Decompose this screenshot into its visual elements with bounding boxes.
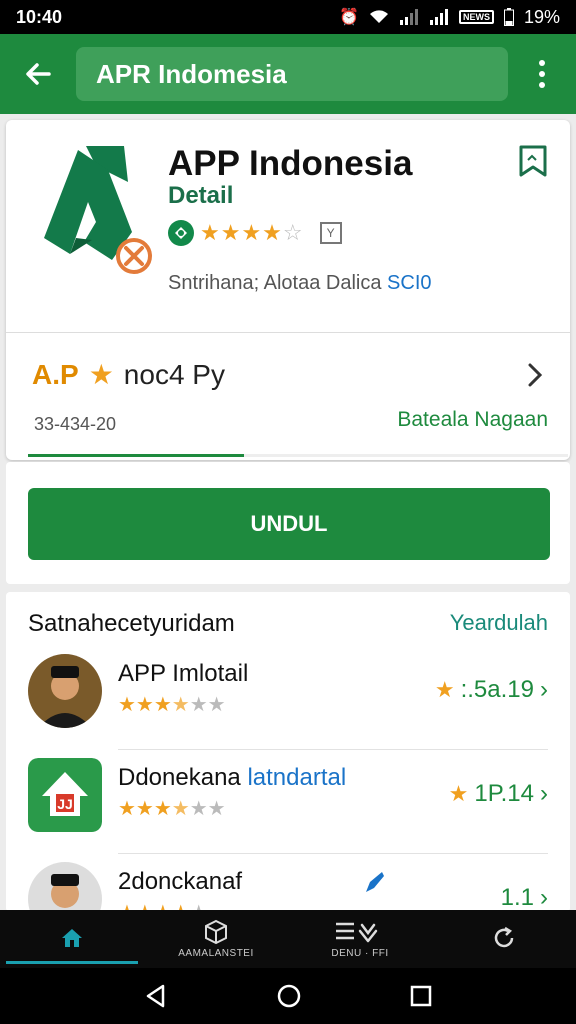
info-date: 33-434-20	[34, 414, 117, 434]
status-icons: ⏰ NEWS 19%	[339, 7, 560, 28]
app-logo	[44, 146, 152, 274]
avatar	[28, 654, 102, 728]
progress-bar	[28, 454, 568, 457]
see-more-link[interactable]: Yeardulah	[450, 610, 548, 636]
back-button[interactable]	[0, 34, 76, 114]
box-icon	[205, 919, 227, 945]
list-item[interactable]: JJ Ddonekana latndartal ★★★★★★ ★ 1P.14 ›	[6, 750, 570, 854]
item-name: Ddonekana latndartal	[118, 764, 347, 791]
list-item[interactable]: 2donckanaf ★★★★★ 1.1›	[6, 854, 570, 912]
chevron-right-icon[interactable]	[526, 362, 544, 393]
app-subtitle: Detail	[168, 182, 234, 209]
info-link[interactable]: Bateala Nagaan	[397, 408, 548, 432]
info-title-text: noc4 Py	[123, 358, 225, 390]
star-icon: ★	[434, 677, 455, 702]
refresh-icon	[494, 926, 514, 947]
star-icon: ★	[88, 359, 114, 390]
info-icon[interactable]: Y	[319, 222, 342, 244]
status-time: 10:40	[16, 6, 63, 27]
search-text: APR Indomesia	[96, 58, 287, 89]
item-stars: ★★★★★★	[118, 694, 226, 716]
nav-home[interactable]	[0, 910, 144, 968]
nav-categories[interactable]: AAMALANSTEI	[144, 910, 288, 968]
nav-refresh[interactable]	[432, 910, 576, 968]
status-bar: 10:40 ⏰ NEWS 19%	[0, 0, 576, 34]
recents-square-icon[interactable]	[409, 984, 433, 1008]
system-navigation	[0, 968, 576, 1024]
signal-icon-2	[429, 9, 448, 25]
battery-percent: 19%	[523, 6, 560, 27]
item-stars: ★★★★★★	[118, 798, 226, 820]
download-button[interactable]: UNDUL	[28, 488, 550, 560]
notification-badge: NEWS	[458, 10, 494, 24]
chevron-right-icon: ›	[540, 780, 548, 807]
app-rating-stars: ★★★★☆	[200, 220, 304, 245]
progress-fill	[28, 454, 244, 457]
home-icon	[62, 928, 82, 947]
info-row-title[interactable]: A.P ★ noc4 Py	[32, 358, 225, 391]
bookmark-button[interactable]	[518, 144, 548, 183]
app-title: APP Indonesia	[168, 144, 413, 183]
menu-heart-icon	[336, 922, 378, 943]
alarm-icon: ⏰	[339, 9, 359, 26]
avatar	[28, 862, 102, 912]
list-item[interactable]: APP Imlotail ★★★★★★ ★:.5a.19 ›	[6, 646, 570, 750]
info-prefix: A.P	[32, 358, 79, 390]
app-icon: JJ	[28, 758, 102, 832]
section-title: Satnahecetyuridam	[28, 610, 235, 637]
bookmark-icon	[519, 145, 547, 177]
arrow-left-icon	[26, 63, 51, 85]
battery-icon	[503, 8, 514, 26]
app-meta-text: Sntrihana; Alotaa Dalica	[168, 272, 388, 294]
item-name: 2donckanaf	[118, 868, 388, 896]
app-bar: APR Indomesia	[0, 34, 576, 114]
rating-row: ★★★★☆ Y	[168, 220, 342, 246]
star-icon: ★	[448, 781, 469, 806]
item-score: ★:.5a.19 ›	[434, 676, 548, 703]
divider	[6, 332, 570, 333]
chevron-right-icon: ›	[540, 676, 548, 703]
similar-apps-card: Satnahecetyuridam Yeardulah APP Imlotail…	[6, 592, 570, 912]
app-meta-accent: SCI0	[387, 272, 432, 294]
back-triangle-icon[interactable]	[143, 983, 169, 1009]
more-vert-icon	[539, 60, 545, 88]
item-score: 1.1 ›	[500, 884, 548, 911]
nav-menu[interactable]: DENU · FFI	[288, 910, 432, 968]
chevron-right-icon: ›	[540, 884, 548, 911]
bottom-navigation: AAMALANSTEI DENU · FFI	[0, 910, 576, 968]
signal-icon	[399, 9, 418, 25]
search-field[interactable]: APR Indomesia	[76, 47, 508, 101]
developer-badge-icon	[168, 220, 194, 246]
home-circle-icon[interactable]	[276, 983, 302, 1009]
wifi-icon	[369, 10, 388, 23]
svg-text:JJ: JJ	[57, 796, 73, 812]
item-name: APP Imlotail	[118, 660, 249, 687]
app-meta: Sntrihana; Alotaa Dalica SCI0	[168, 272, 432, 295]
pen-icon	[366, 871, 385, 892]
item-score: ★ 1P.14 ›	[448, 780, 548, 807]
download-card: UNDUL	[6, 462, 570, 584]
app-header-card: APP Indonesia Detail ★★★★☆ Y Sntrihana; …	[6, 120, 570, 460]
overflow-menu-button[interactable]	[508, 34, 576, 114]
